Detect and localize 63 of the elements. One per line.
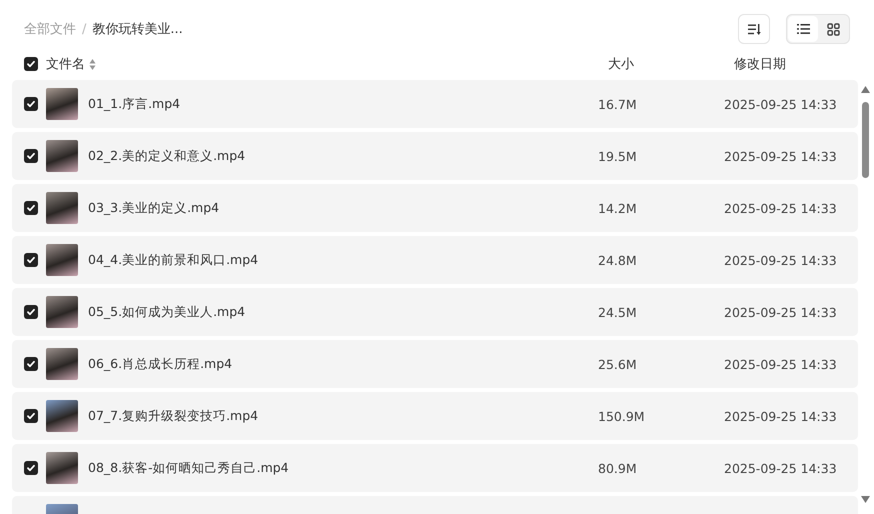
file-name: 05_5.如何成为美业人.mp4 — [88, 304, 246, 320]
modified-date: 2025-09-25 14:33 — [724, 148, 837, 164]
scroll-down-icon[interactable] — [861, 496, 870, 503]
file-size: 25.6M — [598, 356, 638, 372]
file-name: 01_1.序言.mp4 — [88, 96, 182, 112]
modified-date: 2025-09-25 14:33 — [724, 304, 837, 320]
modified-date: 2025-09-25 14:33 — [724, 96, 837, 112]
video-thumbnail — [46, 244, 78, 276]
checkbox[interactable] — [24, 57, 38, 71]
file-name: 08_8.获客-如何晒知己秀自己.mp4 — [88, 460, 290, 476]
file-row[interactable]: 06_6.肖总成长历程.mp4 25.6M 2025-09-25 14:33 — [12, 340, 858, 388]
file-row[interactable]: 02_2.美的定义和意义.mp4 19.5M 2025-09-25 14:33 — [12, 132, 858, 180]
file-row[interactable]: 07_7.复购升级裂变技巧.mp4 150.9M 2025-09-25 14:33 — [12, 392, 858, 440]
modified-date: 2025-09-25 14:33 — [724, 408, 837, 424]
file-size: 80.9M — [598, 460, 638, 476]
file-name: 02_2.美的定义和意义.mp4 — [88, 148, 246, 164]
checkbox[interactable] — [24, 409, 38, 423]
column-header: 大小 — [608, 56, 635, 73]
file-row[interactable]: 01_1.序言.mp4 16.7M 2025-09-25 14:33 — [12, 80, 858, 128]
checkbox[interactable] — [24, 253, 38, 267]
video-thumbnail — [46, 140, 78, 172]
video-thumbnail — [46, 88, 78, 120]
file-size: 16.7M — [598, 96, 638, 112]
sort-arrows-icon[interactable] — [89, 58, 96, 70]
file-name: 07_7.复购升级裂变技巧.mp4 — [88, 408, 260, 424]
column-header[interactable]: 文件名 — [46, 55, 85, 73]
sort-icon — [748, 24, 760, 34]
breadcrumb-separator: / — [82, 22, 86, 36]
column-header: 修改日期 — [734, 56, 786, 73]
video-thumbnail — [46, 452, 78, 484]
modified-date: 2025-09-25 14:33 — [724, 200, 837, 216]
file-row[interactable]: 05_5.如何成为美业人.mp4 24.5M 2025-09-25 14:33 — [12, 288, 858, 336]
breadcrumb-link[interactable]: 教你玩转美业... — [92, 20, 183, 38]
file-row[interactable]: 03_3.美业的定义.mp4 14.2M 2025-09-25 14:33 — [12, 184, 858, 232]
checkbox[interactable] — [24, 97, 38, 111]
video-thumbnail — [46, 400, 78, 432]
file-name: 03_3.美业的定义.mp4 — [88, 200, 220, 216]
file-name: 06_6.肖总成长历程.mp4 — [88, 356, 234, 372]
scroll-up-icon[interactable] — [861, 86, 870, 93]
sort-button[interactable] — [738, 14, 770, 44]
scrollbar-thumb[interactable] — [862, 102, 869, 178]
file-row[interactable]: 04_4.美业的前景和风口.mp4 24.8M 2025-09-25 14:33 — [12, 236, 858, 284]
list-view-button[interactable] — [788, 16, 818, 42]
checkbox[interactable] — [24, 149, 38, 163]
checkbox[interactable] — [24, 305, 38, 319]
file-size: 150.9M — [598, 408, 646, 424]
file-size: 19.5M — [598, 148, 638, 164]
modified-date: 2025-09-25 14:33 — [724, 460, 837, 476]
file-size: 14.2M — [598, 200, 638, 216]
modified-date: 2025-09-25 14:33 — [724, 356, 837, 372]
grid-icon — [826, 22, 840, 36]
file-size: 24.8M — [598, 252, 638, 268]
list-icon — [796, 24, 810, 34]
modified-date: 2025-09-25 14:33 — [724, 252, 837, 268]
file-row[interactable]: 08_8.获客-如何晒知己秀自己.mp4 80.9M 2025-09-25 14:33 — [12, 444, 858, 492]
video-thumbnail — [46, 296, 78, 328]
checkbox[interactable] — [24, 201, 38, 215]
video-thumbnail — [46, 192, 78, 224]
checkbox[interactable] — [24, 461, 38, 475]
video-thumbnail — [46, 348, 78, 380]
checkbox[interactable] — [24, 357, 38, 371]
file-size: 24.5M — [598, 304, 638, 320]
file-name: 04_4.美业的前景和风口.mp4 — [88, 252, 260, 268]
